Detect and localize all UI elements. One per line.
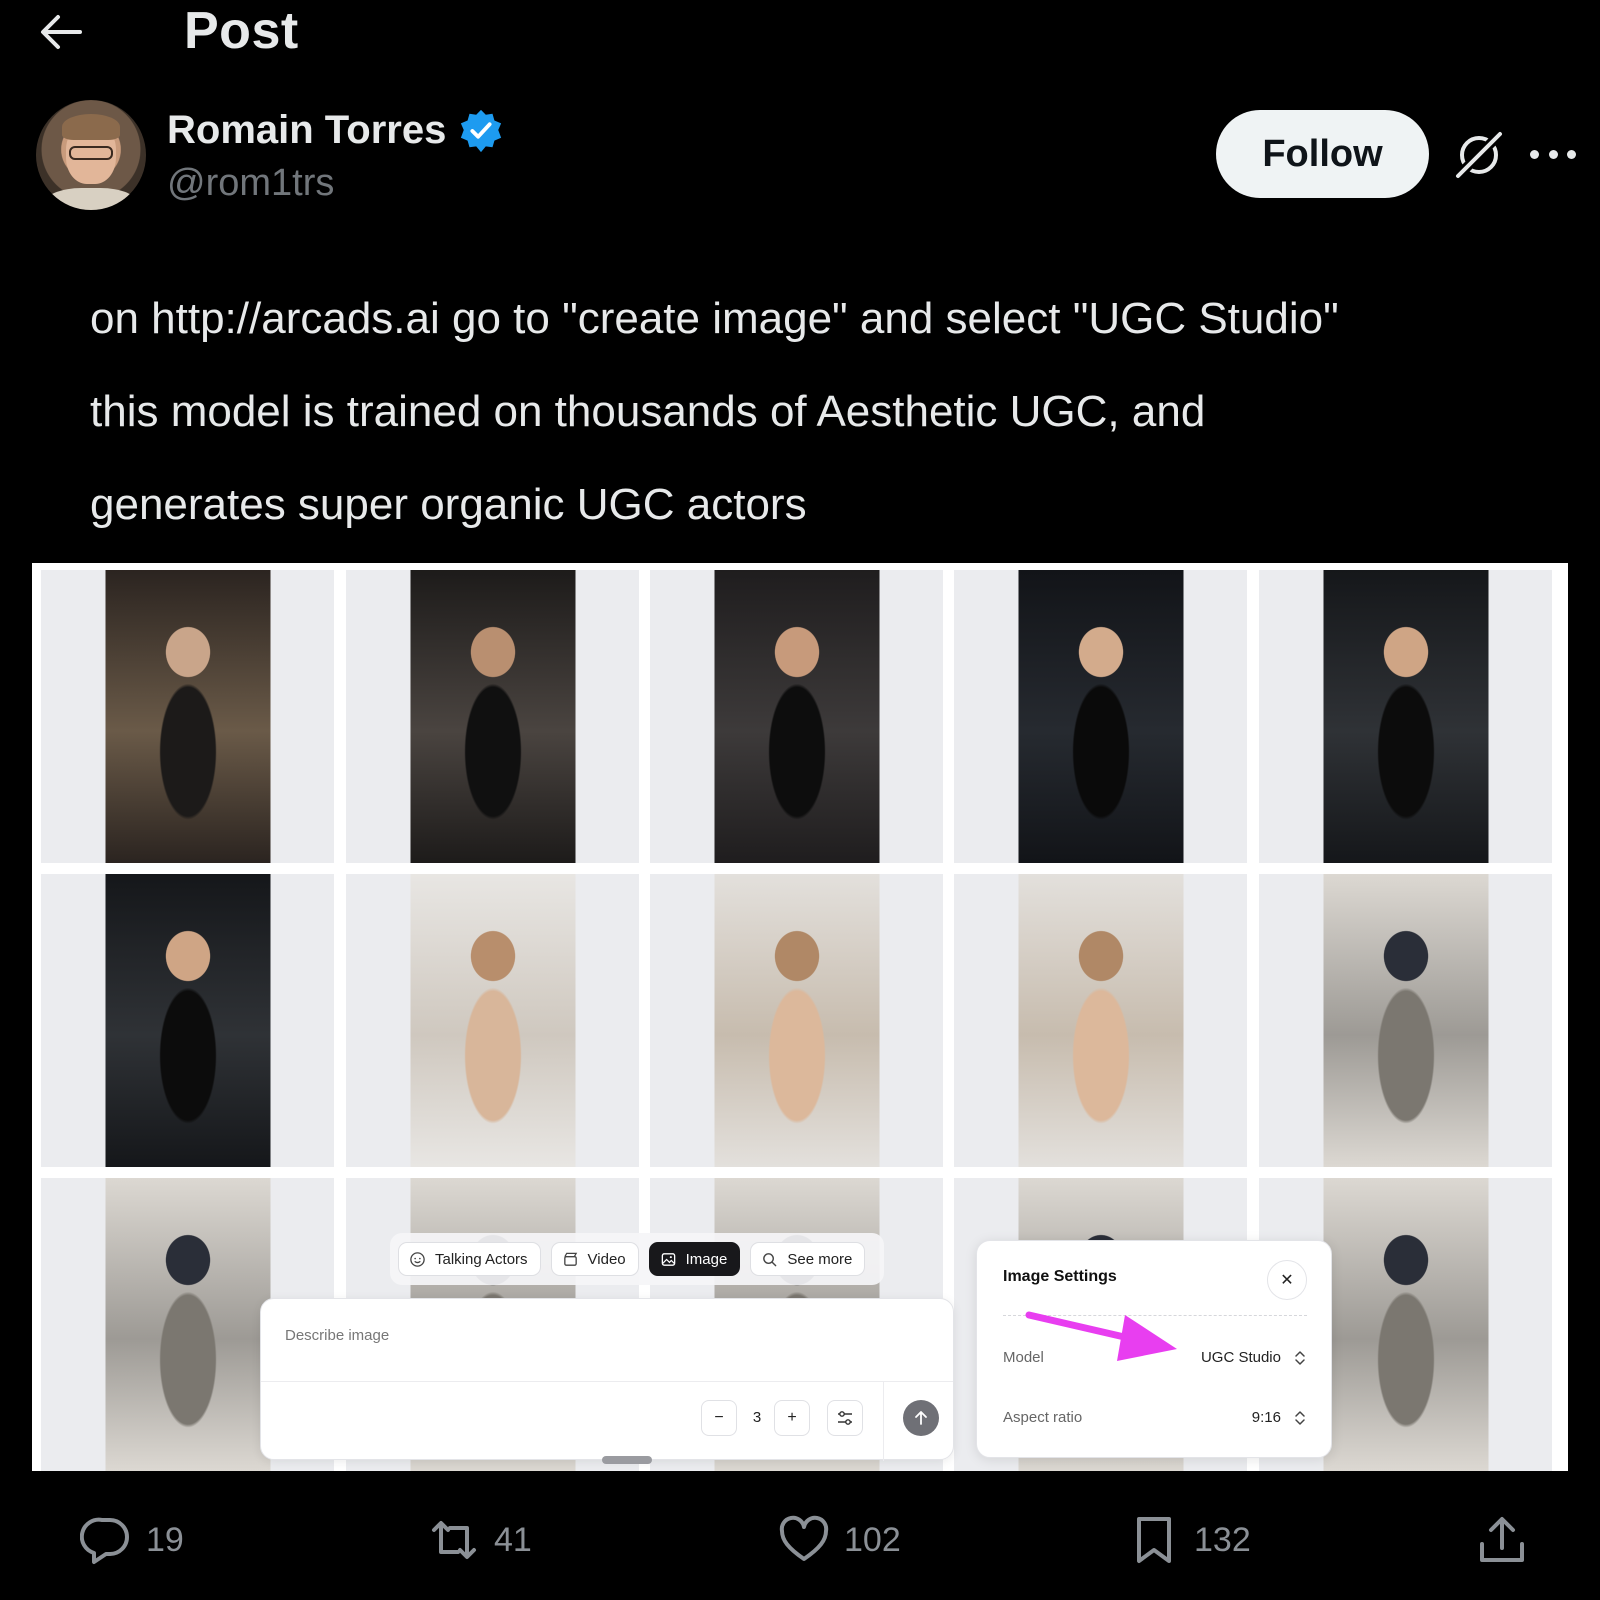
image-settings-panel: Image Settings ✕ Model UGC Studio Aspect… [976,1240,1332,1458]
generated-photo [105,874,270,1167]
heart-icon [779,1515,829,1561]
mode-tabs: Talking Actors Video Image See more [390,1233,884,1285]
generated-image-cell[interactable] [650,874,943,1167]
generated-photo [1323,1178,1488,1471]
aspect-ratio-select[interactable]: 9:16 [1252,1409,1281,1426]
sliders-icon [838,1411,852,1425]
post-text-line: on http://arcads.ai go to "create image"… [90,294,1339,343]
model-label: Model [1003,1349,1044,1366]
annotation-arrow-icon [1025,1311,1177,1361]
tab-image[interactable]: Image [648,1242,741,1276]
settings-title: Image Settings [1003,1268,1117,1285]
generated-photo [410,570,575,863]
generated-image-cell[interactable] [41,570,334,863]
generated-image-cell[interactable] [1259,570,1552,863]
tab-video[interactable]: Video [550,1242,639,1276]
chevron-up-down-icon[interactable] [1293,1409,1307,1427]
generated-photo [1323,570,1488,863]
reply-count: 19 [146,1520,184,1559]
send-button[interactable] [903,1400,939,1436]
generated-photo [714,570,879,863]
post-text: on http://arcads.ai go to "create image"… [90,272,1550,551]
repost-count: 41 [494,1520,532,1559]
bookmark-count: 132 [1194,1520,1251,1559]
share-button[interactable] [1476,1510,1528,1570]
tab-label: Video [587,1250,626,1268]
more-options-icon[interactable] [1530,136,1576,172]
generated-photo [1018,570,1183,863]
author-name[interactable]: Romain Torres [167,104,446,156]
follow-button[interactable]: Follow [1216,110,1429,198]
like-button[interactable]: 102 [778,1510,901,1570]
generated-photo [1323,874,1488,1167]
arrow-left-icon [41,15,82,49]
generated-photo [410,874,575,1167]
page-title: Post [184,2,299,60]
prompt-panel: − 3 + [260,1298,954,1461]
repost-button[interactable]: 41 [428,1510,532,1570]
grok-icon[interactable] [1448,124,1510,186]
generated-image-cell[interactable] [346,874,639,1167]
generated-photo [105,1178,270,1471]
aspect-ratio-label: Aspect ratio [1003,1409,1083,1426]
close-button[interactable]: ✕ [1267,1260,1307,1300]
generated-image-cell[interactable] [1259,874,1552,1167]
divider [883,1382,884,1461]
clapper-icon [563,1252,577,1266]
back-button[interactable] [36,8,84,56]
generated-image-cell[interactable] [346,570,639,863]
search-icon [763,1252,777,1266]
generated-photo [1018,874,1183,1167]
image-count-value: 3 [752,1409,762,1426]
settings-sliders-button[interactable] [827,1400,863,1436]
reply-button[interactable]: 19 [80,1510,184,1570]
generated-photo [714,874,879,1167]
tab-label: See more [787,1250,853,1268]
post-text-line: generates super organic UGC actors [90,480,807,529]
avatar[interactable] [36,100,146,210]
image-icon [661,1252,675,1266]
repost-icon [432,1521,476,1559]
chevron-up-down-icon[interactable] [1293,1349,1307,1367]
post-media-image[interactable]: Talking Actors Video Image See more − 3 … [32,563,1568,1471]
generated-image-cell[interactable] [954,570,1247,863]
post-header: Post [0,0,1600,70]
bookmark-button[interactable]: 132 [1128,1510,1251,1570]
reply-icon [80,1517,129,1564]
tab-talking-actors[interactable]: Talking Actors [398,1242,541,1276]
tab-label: Image [685,1250,728,1268]
bookmark-icon [1137,1517,1171,1563]
verified-badge-icon [460,109,502,153]
author-handle[interactable]: @rom1trs [167,158,334,208]
generated-image-cell[interactable] [954,874,1247,1167]
generated-photo [105,570,270,863]
model-select[interactable]: UGC Studio [1201,1349,1281,1366]
like-count: 102 [844,1520,901,1559]
share-icon [1480,1517,1524,1562]
generated-image-cell[interactable] [650,570,943,863]
post-text-line: this model is trained on thousands of Ae… [90,387,1206,436]
arrow-up-icon [915,1411,927,1425]
increment-button[interactable]: + [774,1400,810,1436]
tab-label: Talking Actors [435,1250,528,1268]
decrement-button[interactable]: − [701,1400,737,1436]
generated-image-cell[interactable] [41,874,334,1167]
divider [261,1381,953,1382]
describe-image-input[interactable] [285,1321,925,1349]
tab-see-more[interactable]: See more [750,1242,866,1276]
drag-handle[interactable] [602,1456,652,1464]
sparkle-face-icon [410,1251,425,1267]
